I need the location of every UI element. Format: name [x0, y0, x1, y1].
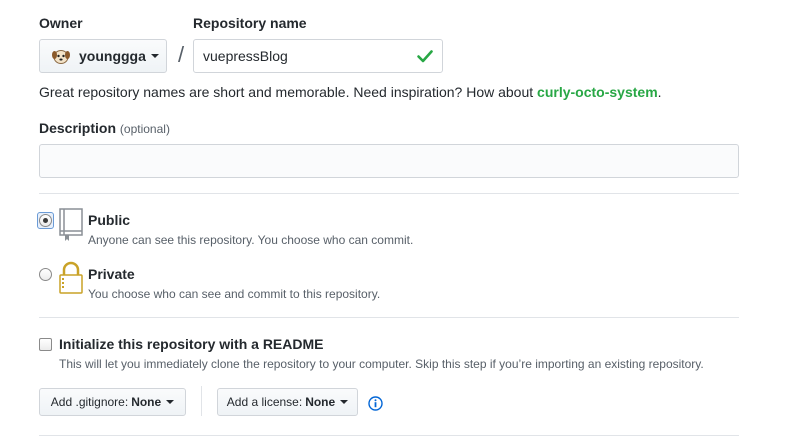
- description-label-text: Description: [39, 120, 117, 136]
- public-option-title: Public: [88, 212, 131, 228]
- readme-note: This will let you immediately clone the …: [59, 357, 704, 371]
- divider: [39, 317, 739, 318]
- name-suggestion-link[interactable]: curly-octo-system: [537, 84, 658, 100]
- gitignore-select-button[interactable]: Add .gitignore: None: [39, 388, 186, 416]
- repo-book-icon: [58, 207, 84, 248]
- owner-name: younggga: [79, 48, 146, 64]
- gitignore-value: None: [131, 395, 162, 409]
- caret-down-icon: [340, 400, 349, 404]
- divider: [39, 193, 739, 194]
- divider: [39, 435, 739, 436]
- hint-suffix: .: [657, 84, 662, 100]
- license-select-button[interactable]: Add a license: None: [217, 388, 358, 416]
- info-icon[interactable]: [368, 396, 383, 416]
- caret-down-icon: [166, 400, 175, 404]
- private-radio[interactable]: [39, 268, 52, 281]
- description-label: Description (optional): [39, 120, 170, 136]
- public-radio[interactable]: [39, 214, 52, 227]
- private-option-note: You choose who can see and commit to thi…: [88, 287, 381, 301]
- lock-icon: [58, 261, 84, 300]
- optional-tag: (optional): [119, 122, 170, 136]
- owner-select-button[interactable]: younggga: [39, 39, 167, 73]
- readme-title: Initialize this repository with a README: [59, 336, 324, 352]
- hint-text: Great repository names are short and mem…: [39, 84, 538, 100]
- repository-name-label: Repository name: [193, 15, 307, 31]
- owner-repo-separator: /: [178, 42, 185, 67]
- description-input[interactable]: [39, 144, 739, 178]
- vertical-divider: [201, 386, 202, 416]
- private-option-title: Private: [88, 266, 135, 282]
- readme-checkbox[interactable]: [39, 338, 52, 351]
- license-value: None: [305, 395, 336, 409]
- caret-down-icon: [150, 54, 159, 58]
- gitignore-label: Add .gitignore:: [50, 395, 129, 409]
- avatar-icon: [51, 46, 71, 66]
- repository-name-hint: Great repository names are short and mem…: [39, 84, 662, 100]
- repository-name-input[interactable]: [193, 39, 443, 73]
- check-icon: [416, 47, 434, 65]
- license-label: Add a license:: [226, 395, 303, 409]
- owner-label: Owner: [39, 15, 83, 31]
- public-option-note: Anyone can see this repository. You choo…: [88, 233, 414, 247]
